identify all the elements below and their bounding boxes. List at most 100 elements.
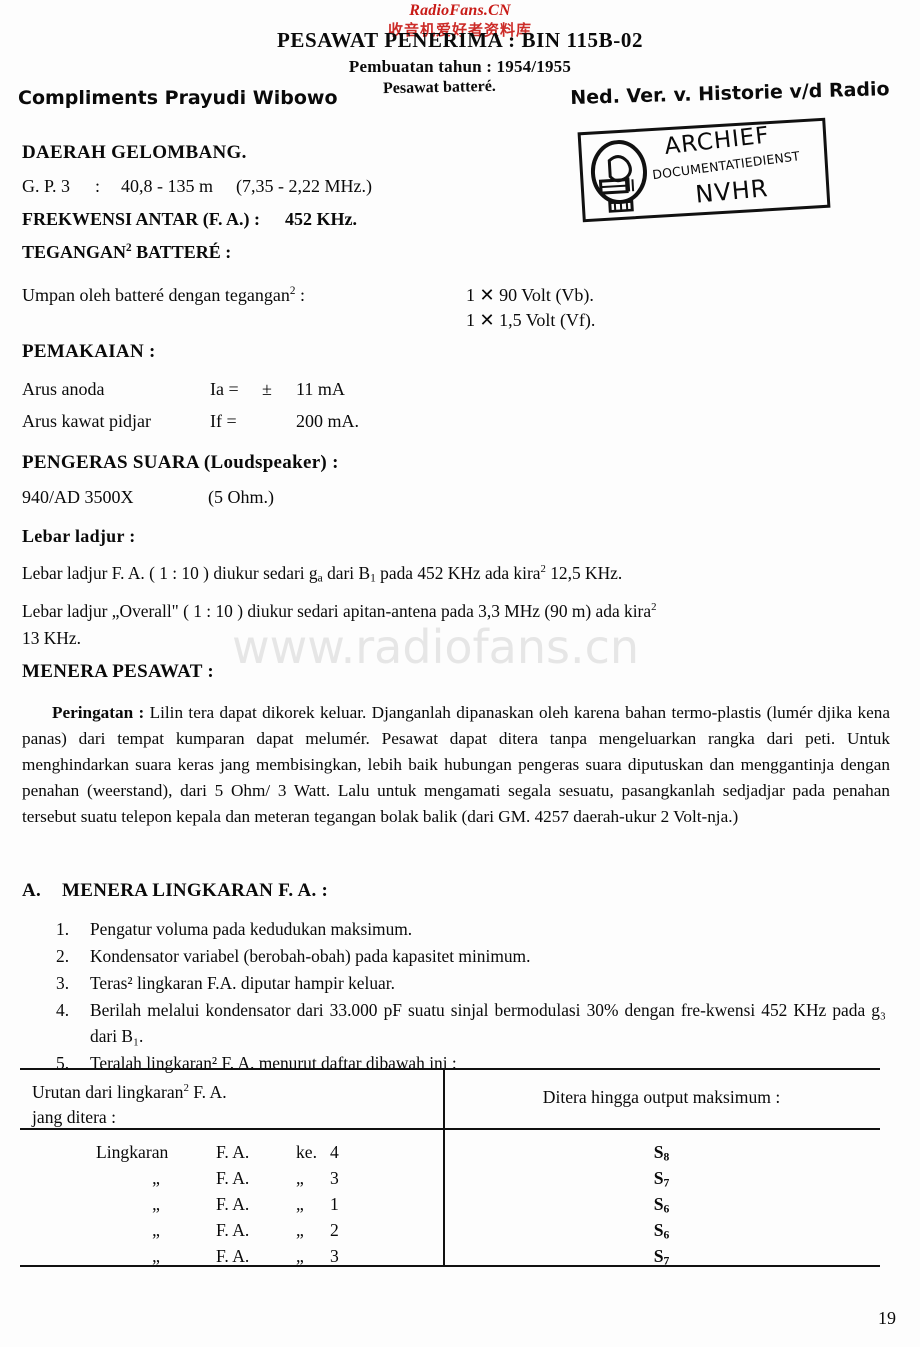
row-fa: F. A. xyxy=(216,1194,250,1214)
arus-anoda-plusminus: ± xyxy=(262,379,272,399)
table-body: Lingkaran F. A. ke. 4 S8 „ F. A. „ 3 S7 … xyxy=(20,1130,880,1268)
heading-menera-lingkaran: MENERA LINGKARAN F. A. : xyxy=(62,880,329,901)
document-page: RadioFans.CN 收音机爱好者资料库 www.radiofans.cn … xyxy=(0,0,920,1347)
table-row: Lingkaran F. A. ke. 4 S8 xyxy=(20,1142,880,1168)
tegangan-value-vf: 1 ✕ 1,5 Volt (Vf). xyxy=(466,310,596,330)
battery-note: Pesawat batteré. xyxy=(382,77,496,98)
frekwensi-antar-row: FREKWENSI ANTAR (F. A.) : 452 KHz. xyxy=(22,209,357,230)
row-number: 2 xyxy=(330,1220,339,1240)
row-output: S6 xyxy=(443,1194,880,1216)
table-header-right: Ditera hingga output maksimum : xyxy=(542,1087,781,1107)
row-label: Lingkaran xyxy=(96,1142,169,1162)
heading-tegangan-battere: TEGANGAN2 BATTERÉ : xyxy=(22,242,231,263)
table-header-left: Urutan dari lingkaran2 F. A. jang ditera… xyxy=(32,1076,227,1130)
watermark-radiofans-red: RadioFans.CN xyxy=(409,2,511,19)
row-output-base: S xyxy=(653,1220,664,1240)
row-number: 3 xyxy=(330,1168,339,1188)
gp-frequency-range: (7,35 - 2,22 MHz.) xyxy=(236,176,373,196)
loudspeaker-type: 940/AD 3500X xyxy=(22,487,134,507)
table-header-left-b: F. A. xyxy=(188,1081,227,1102)
row-label: „ xyxy=(152,1194,160,1214)
table-row: „ F. A. „ 2 S6 xyxy=(20,1220,880,1246)
list-item: 3. Teras² lingkaran F.A. diputar hampir … xyxy=(56,970,886,996)
page-number: 19 xyxy=(878,1308,896,1328)
lebar-overall-text-a: Lebar ladjur „Overall" ( 1 : 10 ) diukur… xyxy=(22,600,652,621)
row-label: „ xyxy=(152,1220,160,1240)
frekwensi-antar-label: FREKWENSI ANTAR (F. A.) : xyxy=(22,209,261,229)
row-output-sub: 7 xyxy=(663,1176,670,1190)
peringatan-text: Lilin tera dapat dikorek keluar. Djangan… xyxy=(22,703,890,826)
row-output: S7 xyxy=(443,1246,880,1268)
umpan-battery-label: Umpan oleh batteré dengan tegangan2 : xyxy=(22,285,305,306)
list-item-text: Berilah melalui kondensator dari 33.000 … xyxy=(90,1000,886,1046)
row-output-base: S xyxy=(653,1246,664,1266)
row-number: 1 xyxy=(330,1194,339,1214)
row-ke: „ xyxy=(296,1246,304,1266)
heading-pemakaian: PEMAKAIAN : xyxy=(22,341,156,362)
peringatan-paragraph: Peringatan : Lilin tera dapat dikorek ke… xyxy=(22,700,890,830)
row-fa: F. A. xyxy=(216,1142,250,1162)
row-ke: „ xyxy=(296,1220,304,1240)
nvhr-archive-stamp: ARCHIEF DOCUMENTATIEDIENST NVHR xyxy=(577,117,831,223)
arus-anoda-value: 11 mA xyxy=(296,379,345,399)
list-item: 4. Berilah melalui kondensator dari 33.0… xyxy=(56,997,886,1049)
row-ke: ke. xyxy=(296,1142,318,1162)
list-item-text: Kondensator variabel (berobah-obah) pada… xyxy=(90,946,531,966)
tegangan-heading-pre: TEGANGAN xyxy=(22,242,127,262)
row-fa: F. A. xyxy=(216,1168,250,1188)
table-header-left-a: Urutan dari lingkaran xyxy=(32,1081,184,1102)
page-title: PESAWAT PENERIMA : BIN 115B-02 xyxy=(276,28,644,52)
tegangan-heading-post: BATTERÉ : xyxy=(131,242,232,262)
lebar-ladjur-overall-line: Lebar ladjur „Overall" ( 1 : 10 ) diukur… xyxy=(22,594,890,651)
page-subtitle: Pembuatan tahun : 1954/1955 xyxy=(348,57,572,76)
row-number: 4 xyxy=(330,1142,339,1162)
row-fa: F. A. xyxy=(216,1220,250,1240)
list-item: 1. Pengatur voluma pada kedudukan maksim… xyxy=(56,916,886,942)
loudspeaker-impedance: (5 Ohm.) xyxy=(208,487,274,507)
heading-daerah-gelombang: DAERAH GELOMBANG. xyxy=(22,142,247,163)
list-item-text: Teras² lingkaran F.A. diputar hampir kel… xyxy=(90,973,395,993)
lebar-overall-sup: 2 xyxy=(651,601,657,613)
list-item-number: 3. xyxy=(56,973,70,993)
lebar-overall-text-b: 13 KHz. xyxy=(22,627,81,648)
arus-pidjar-symbol: If = xyxy=(210,411,237,431)
gp-row: G. P. 3 : 40,8 - 135 m (7,35 - 2,22 MHz.… xyxy=(22,176,372,197)
row-label: „ xyxy=(152,1168,160,1188)
row-output-sub: 6 xyxy=(663,1202,670,1216)
table-header-row: Urutan dari lingkaran2 F. A. jang ditera… xyxy=(20,1070,880,1128)
list-item-number: 2. xyxy=(56,946,70,966)
row-ke: „ xyxy=(296,1168,304,1188)
radio-tube-icon xyxy=(590,140,647,214)
heading-lebar-ladjur: Lebar ladjur : xyxy=(22,526,136,546)
table-row: „ F. A. „ 3 S7 xyxy=(20,1246,880,1272)
arus-pidjar-label: Arus kawat pidjar xyxy=(22,411,151,431)
lebar-fa-text-a: Lebar ladjur F. A. ( 1 : 10 ) diukur sed… xyxy=(22,563,318,583)
heading-pengeras-suara: PENGERAS SUARA (Loudspeaker) : xyxy=(22,452,339,473)
row-label: „ xyxy=(152,1246,160,1266)
section-a-letter: A. xyxy=(22,880,42,901)
peringatan-label: Peringatan : xyxy=(52,703,145,722)
calibration-table: Urutan dari lingkaran 2 F. A. jang ditera… xyxy=(20,1068,880,1268)
row-output: S7 xyxy=(443,1168,880,1190)
gp-label: G. P. 3 xyxy=(22,176,71,196)
arus-pidjar-value: 200 mA. xyxy=(296,411,359,431)
list-item-number: 4. xyxy=(56,1000,70,1020)
table-header-left-line2: jang ditera : xyxy=(32,1106,117,1127)
row-ke: „ xyxy=(296,1194,304,1214)
gp-separator: : xyxy=(95,176,101,196)
row-output-base: S xyxy=(653,1194,664,1214)
lebar-fa-text-d: 12,5 KHz. xyxy=(545,563,623,583)
arus-anoda-symbol: Ia = xyxy=(210,379,239,399)
compliments-line: Compliments Prayudi Wibowo xyxy=(18,87,338,109)
row-output: S6 xyxy=(443,1220,880,1242)
umpan-label-post: : xyxy=(295,285,305,305)
row-output-sub: 8 xyxy=(663,1150,670,1164)
row-output-sub: 7 xyxy=(663,1254,670,1268)
heading-menera-pesawat: MENERA PESAWAT : xyxy=(22,661,215,682)
frekwensi-antar-value: 452 KHz. xyxy=(285,209,358,229)
umpan-label-pre: Umpan oleh batteré dengan tegangan xyxy=(22,285,290,305)
table-row: „ F. A. „ 3 S7 xyxy=(20,1168,880,1194)
lebar-fa-text-c: pada 452 KHz ada kira xyxy=(375,563,541,583)
organisation-line: Ned. Ver. v. Historie v/d Radio xyxy=(570,78,890,109)
tegangan-value-vb: 1 ✕ 90 Volt (Vb). xyxy=(466,285,594,305)
